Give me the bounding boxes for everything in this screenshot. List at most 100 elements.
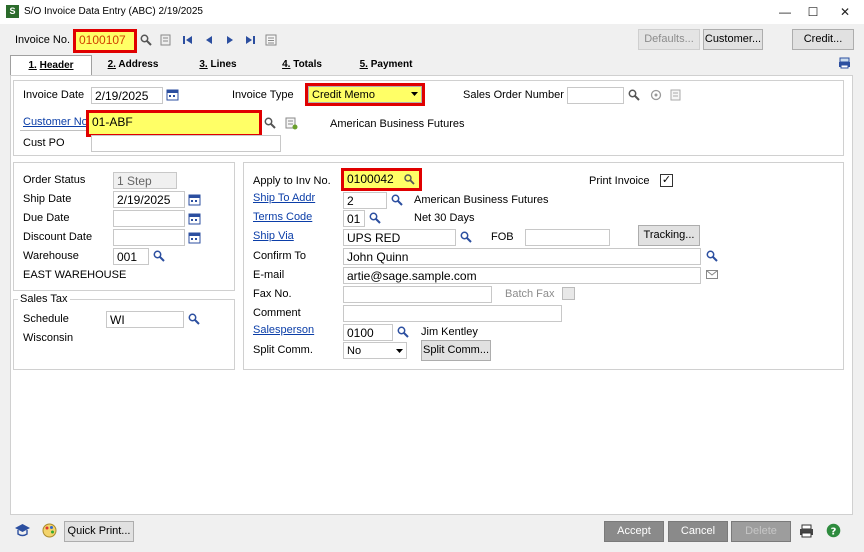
accept-button[interactable]: Accept xyxy=(604,521,664,542)
salesperson-input[interactable]: 0100 xyxy=(343,324,393,341)
sales-order-input[interactable] xyxy=(567,87,624,104)
refresh-icon[interactable] xyxy=(650,89,662,101)
tab-header-label: Header xyxy=(39,60,74,71)
due-date-calendar-icon[interactable] xyxy=(188,212,201,225)
tab-header[interactable]: 1. Header xyxy=(10,55,92,76)
printer-settings-icon[interactable] xyxy=(838,57,851,69)
ship-date-input[interactable]: 2/19/2025 xyxy=(113,191,185,208)
ship-via-link[interactable]: Ship Via xyxy=(253,230,294,242)
cust-po-input[interactable] xyxy=(91,135,281,152)
ship-via-search-icon[interactable] xyxy=(460,231,472,243)
fob-input[interactable] xyxy=(525,229,610,246)
schedule-input[interactable]: WI xyxy=(106,311,184,328)
next-record-icon[interactable] xyxy=(225,35,235,45)
customer-no-link[interactable]: Customer No. xyxy=(23,116,91,128)
discount-date-input[interactable] xyxy=(113,229,185,246)
tab-lines-label: Lines xyxy=(210,59,237,70)
svg-text:?: ? xyxy=(831,526,837,537)
maximize-button[interactable]: ☐ xyxy=(798,3,828,21)
schedule-name: Wisconsin xyxy=(23,332,74,344)
cancel-button[interactable]: Cancel xyxy=(668,521,728,542)
terms-code-input[interactable]: 01 xyxy=(343,210,365,227)
terms-code-link[interactable]: Terms Code xyxy=(253,211,312,223)
ship-via-input[interactable]: UPS RED xyxy=(343,229,456,246)
apply-to-input[interactable]: 0100042 xyxy=(344,171,419,188)
discount-date-calendar-icon[interactable] xyxy=(188,231,201,244)
tab-address[interactable]: 2. Address xyxy=(96,55,170,75)
ship-date-calendar-icon[interactable] xyxy=(188,193,201,206)
tab-address-number: 2. xyxy=(107,59,116,70)
comment-input[interactable] xyxy=(343,305,562,322)
tab-totals[interactable]: 4. Totals xyxy=(266,55,338,75)
customer-no-input[interactable]: 01-ABF xyxy=(89,113,259,134)
fax-no-input[interactable] xyxy=(343,286,492,303)
ship-to-input[interactable]: 2 xyxy=(343,192,387,209)
invoice-type-select[interactable]: Credit Memo xyxy=(308,86,422,103)
tab-address-label: Address xyxy=(118,59,159,70)
credit-button[interactable]: Credit... xyxy=(792,29,854,50)
customer-memo-icon[interactable] xyxy=(285,117,298,130)
warehouse-search-icon[interactable] xyxy=(153,250,165,262)
defaults-button[interactable]: Defaults... xyxy=(638,29,700,50)
fob-label: FOB xyxy=(491,231,514,243)
invoice-type-value: Credit Memo xyxy=(312,89,375,101)
sales-order-label: Sales Order Number xyxy=(463,89,564,101)
terms-search-icon[interactable] xyxy=(369,212,381,224)
split-comm-value: No xyxy=(347,345,362,357)
terms-description: Net 30 Days xyxy=(414,212,475,224)
document-list-icon[interactable] xyxy=(160,34,172,46)
invoice-no-label: Invoice No. xyxy=(15,34,71,46)
split-comm-select[interactable]: No xyxy=(343,342,407,359)
previous-record-icon[interactable] xyxy=(204,35,214,45)
warehouse-label: Warehouse xyxy=(23,250,79,262)
printer-icon[interactable] xyxy=(799,524,814,538)
confirm-to-input[interactable]: John Quinn xyxy=(343,248,701,265)
ship-to-search-icon[interactable] xyxy=(391,194,403,206)
comment-label: Comment xyxy=(253,307,301,319)
delete-button: Delete xyxy=(731,521,791,542)
first-record-icon[interactable] xyxy=(182,35,193,45)
quick-print-button[interactable]: Quick Print... xyxy=(64,521,134,542)
invoice-no-callout: 0100107 xyxy=(73,29,137,53)
schedule-search-icon[interactable] xyxy=(188,313,200,325)
discount-date-label: Discount Date xyxy=(23,231,93,243)
sales-order-search-icon[interactable] xyxy=(628,89,640,101)
last-record-icon[interactable] xyxy=(245,35,256,45)
ship-to-addr-link[interactable]: Ship To Addr xyxy=(253,192,315,204)
close-button[interactable]: ✕ xyxy=(830,3,860,21)
help-icon[interactable]: ? xyxy=(826,523,841,538)
salesperson-search-icon[interactable] xyxy=(397,326,409,338)
order-status-label: Order Status xyxy=(23,174,86,186)
search-icon[interactable] xyxy=(140,34,152,46)
sales-order-memo-icon[interactable] xyxy=(670,89,682,101)
customer-search-icon[interactable] xyxy=(264,117,276,129)
order-status-input: 1 Step xyxy=(113,172,177,189)
tracking-button[interactable]: Tracking... xyxy=(638,225,700,246)
split-comm-button[interactable]: Split Comm... xyxy=(421,340,491,361)
tab-totals-label: Totals xyxy=(293,59,322,70)
calendar-icon[interactable] xyxy=(166,88,179,101)
email-input[interactable]: artie@sage.sample.com xyxy=(343,267,701,284)
customer-no-callout: 01-ABF xyxy=(86,110,262,137)
due-date-input[interactable] xyxy=(113,210,185,227)
tab-totals-number: 4. xyxy=(282,59,291,70)
warehouse-input[interactable]: 001 xyxy=(113,248,149,265)
confirm-to-search-icon[interactable] xyxy=(706,250,718,262)
invoice-no-input[interactable]: 0100107 xyxy=(76,32,134,50)
customer-no-divider xyxy=(20,130,86,131)
print-invoice-checkbox[interactable]: ✓ xyxy=(660,174,673,187)
envelope-icon[interactable] xyxy=(706,270,718,280)
due-date-label: Due Date xyxy=(23,212,70,224)
salesperson-link[interactable]: Salesperson xyxy=(253,324,314,336)
graduation-cap-icon[interactable] xyxy=(14,522,31,538)
minimize-button[interactable]: — xyxy=(770,3,800,21)
window-title: S/O Invoice Data Entry (ABC) 2/19/2025 xyxy=(24,6,203,17)
apply-to-search-icon[interactable] xyxy=(404,174,415,185)
invoice-date-input[interactable]: 2/19/2025 xyxy=(91,87,163,104)
customer-button[interactable]: Customer... xyxy=(703,29,763,50)
tab-payment[interactable]: 5. Payment xyxy=(348,55,424,75)
color-palette-icon[interactable] xyxy=(42,523,57,538)
memo-icon[interactable] xyxy=(265,34,277,46)
apply-to-value: 0100042 xyxy=(347,172,394,186)
tab-lines[interactable]: 3. Lines xyxy=(182,55,254,75)
